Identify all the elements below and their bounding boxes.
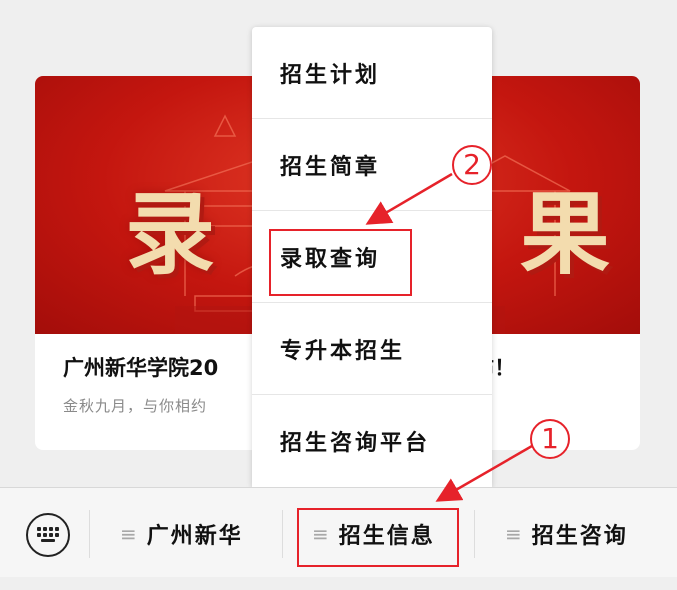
step-2-badge: 2 <box>452 145 492 185</box>
keyboard-icon <box>37 527 59 542</box>
menu-item-admission-plan[interactable]: 招生计划 <box>252 27 492 119</box>
menu-item-consult-platform[interactable]: 招生咨询平台 <box>252 395 492 487</box>
article-title-left: 广州新华学院20 <box>63 356 219 380</box>
bottom-strip <box>0 577 677 590</box>
bottom-tab-label: 招生咨询 <box>531 524 628 549</box>
menu-divider <box>474 510 475 558</box>
menu-divider <box>89 510 90 558</box>
highlight-box-admission-info <box>297 508 459 567</box>
menu-item-label: 招生计划 <box>280 63 381 88</box>
banner-headline-left: 录 <box>125 181 225 287</box>
menu-item-upgrade-enrollment[interactable]: 专升本招生 <box>252 303 492 395</box>
menu-item-label: 招生咨询平台 <box>280 431 431 456</box>
menu-item-label: 专升本招生 <box>280 339 406 364</box>
bottom-tab-gzxh[interactable]: ≡ 广州新华 <box>120 514 243 554</box>
highlight-box-admission-query <box>269 229 412 296</box>
menu-lines-icon: ≡ <box>505 522 522 546</box>
bottom-tab-admission-consult[interactable]: ≡ 招生咨询 <box>505 514 628 554</box>
bottom-tab-label: 广州新华 <box>146 524 243 549</box>
menu-lines-icon: ≡ <box>120 522 137 546</box>
keyboard-toggle-button[interactable] <box>26 513 70 557</box>
menu-item-label: 招生简章 <box>280 155 381 180</box>
step-1-badge: 1 <box>530 419 570 459</box>
banner-headline-right: 果 <box>520 181 610 287</box>
menu-divider <box>282 510 283 558</box>
